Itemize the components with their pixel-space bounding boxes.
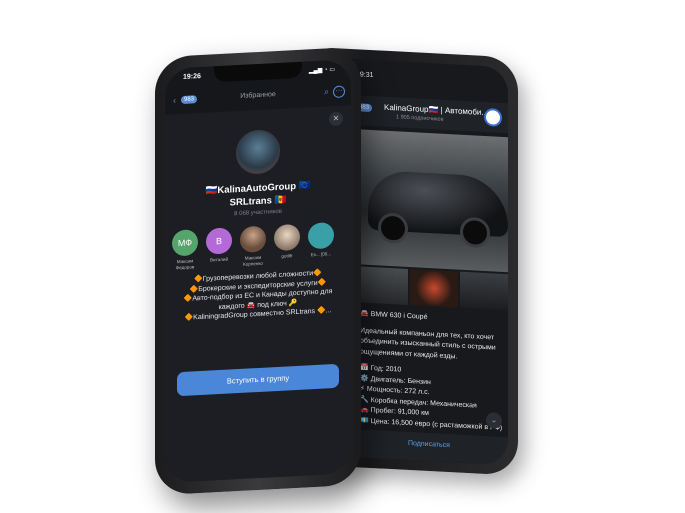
member-list: МФ Максим Федоров В Виталий Максим Корпе… [171, 221, 351, 270]
front-phone: 19:26 ▂▄▆ ◔ ▭ ‹ 983 Избранное ⌕ ⋯ ✕ 🇷🇺Ka… [155, 46, 361, 496]
channel-avatar[interactable] [484, 107, 502, 127]
group-avatar [236, 128, 280, 176]
post-title: 🚘 BMW 630 i Coupé [360, 310, 428, 321]
car-photo-thumb[interactable] [410, 269, 458, 308]
search-icon[interactable]: ⌕ [324, 86, 329, 97]
member-name: gotlifr [281, 253, 293, 259]
avatar: МФ [172, 229, 198, 257]
car-photo-thumb[interactable] [460, 271, 508, 311]
stage: 19:31 983 KalinaGroup🇷🇺 | Автомоби... 1 … [0, 0, 685, 513]
member-name: Максим Корпенко [243, 254, 263, 267]
channel-subscribers: 1 905 подписчиков [396, 114, 444, 123]
member-item[interactable]: gotlifr [273, 223, 301, 265]
member-item[interactable]: В Виталий [205, 227, 233, 268]
group-preview-sheet: ✕ 🇷🇺KalinaAutoGroup 🇪🇺 SRLtrans 🇲🇩 8 068… [165, 105, 351, 483]
avatar [308, 222, 334, 250]
notch [214, 61, 302, 83]
scroll-down-icon[interactable]: ⌄ [486, 412, 502, 429]
car-photo-thumb[interactable] [360, 266, 408, 305]
member-name: Ev... [00... [310, 251, 332, 258]
status-icons: ▂▄▆ ◔ ▭ [308, 66, 335, 75]
join-group-button[interactable]: Вступить в группу [177, 363, 339, 397]
member-item[interactable]: МФ Максим Федоров [171, 229, 199, 270]
front-status-time: 19:26 [183, 72, 201, 81]
close-icon[interactable]: ✕ [329, 111, 343, 127]
member-name: Максим Федоров [175, 258, 195, 270]
front-phone-screen: 19:26 ▂▄▆ ◔ ▭ ‹ 983 Избранное ⌕ ⋯ ✕ 🇷🇺Ka… [165, 59, 351, 483]
more-icon[interactable]: ⋯ [333, 85, 345, 99]
avatar [240, 225, 266, 253]
post-body: Идеальный компаньон для тех, кто хочет о… [360, 326, 496, 361]
car-photo-main[interactable] [360, 129, 508, 273]
car-photo-thumbnails [360, 266, 508, 311]
member-item[interactable]: Ev... [00... [307, 222, 335, 263]
avatar [274, 223, 300, 252]
avatar: В [206, 227, 232, 255]
car-wheel [378, 212, 408, 244]
car-wheel [460, 216, 490, 249]
member-item[interactable]: Максим Корпенко [239, 225, 267, 267]
group-description: 🔶Грузоперевозки любой сложности🔶 🔶Брокер… [177, 268, 339, 324]
member-name: Виталий [209, 256, 229, 263]
